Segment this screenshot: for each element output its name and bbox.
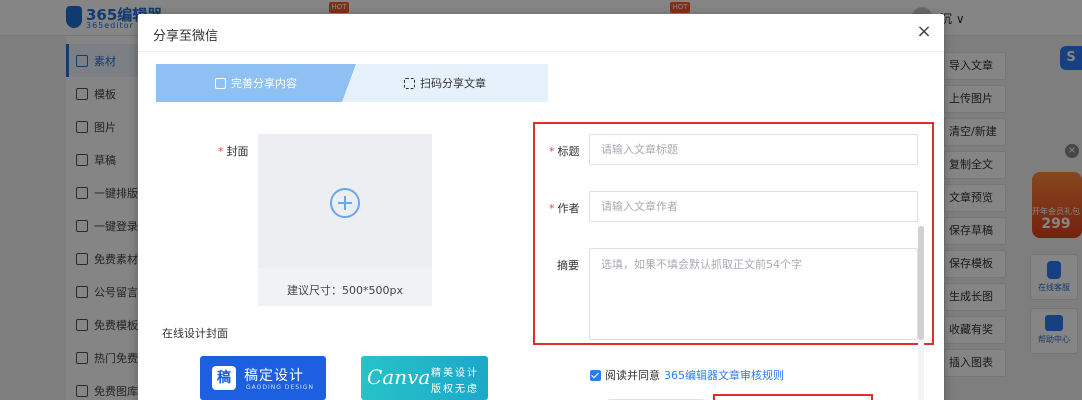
required-mark: *	[549, 202, 555, 215]
cover-size-hint: 建议尺寸：500*500px	[287, 284, 403, 297]
online-design-title: 在线设计封面	[162, 327, 228, 340]
agreement-row: 阅读并同意 365编辑器文章审核规则	[590, 367, 784, 383]
step-complete-content[interactable]: 完善分享内容	[156, 64, 356, 102]
step-indicator: 完善分享内容 扫码分享文章	[156, 64, 548, 102]
scan-icon	[404, 77, 415, 89]
share-to-wechat-dialog: 分享至微信 × 完善分享内容 扫码分享文章 * 封面 建议尺寸：500*500px…	[138, 14, 944, 400]
review-rules-link[interactable]: 365编辑器文章审核规则	[664, 367, 784, 383]
author-label: * 作者	[549, 202, 580, 215]
step-scan-share[interactable]: 扫码分享文章	[342, 64, 548, 102]
canva-slogan-2: 版权无虑	[431, 384, 479, 395]
canva-design-button[interactable]: Canva 精美设计 版权无虑	[361, 356, 488, 400]
title-input[interactable]	[589, 134, 918, 165]
gaoding-name: 稿定设计	[244, 368, 304, 384]
edit-icon	[215, 77, 226, 89]
summary-textarea[interactable]	[589, 248, 918, 340]
required-mark: *	[549, 145, 555, 158]
add-icon	[330, 188, 360, 218]
author-input[interactable]	[589, 191, 918, 222]
canva-logo: Canva	[367, 365, 431, 389]
dialog-title: 分享至微信	[153, 29, 219, 44]
cover-upload-area[interactable]	[258, 134, 432, 268]
gaoding-subtitle: GAODING DESIGN	[246, 384, 314, 391]
agree-checkbox[interactable]	[590, 369, 601, 381]
gaoding-design-button[interactable]: 稿 稿定设计 GAODING DESIGN	[200, 356, 326, 400]
canva-slogan-1: 精美设计	[431, 368, 479, 379]
cover-uploader: 建议尺寸：500*500px	[258, 134, 432, 306]
required-mark: *	[218, 145, 224, 158]
step-label: 完善分享内容	[231, 77, 297, 90]
cover-label: * 封面	[218, 145, 249, 158]
scrollbar-thumb[interactable]	[918, 226, 924, 340]
dialog-header: 分享至微信 ×	[138, 14, 944, 52]
title-label: * 标题	[549, 145, 580, 158]
gaoding-logo-icon: 稿	[212, 366, 236, 390]
step-label: 扫码分享文章	[420, 77, 486, 90]
summary-label: 摘要	[557, 259, 579, 272]
close-icon[interactable]: ×	[914, 22, 934, 42]
agree-text: 阅读并同意	[605, 369, 660, 382]
